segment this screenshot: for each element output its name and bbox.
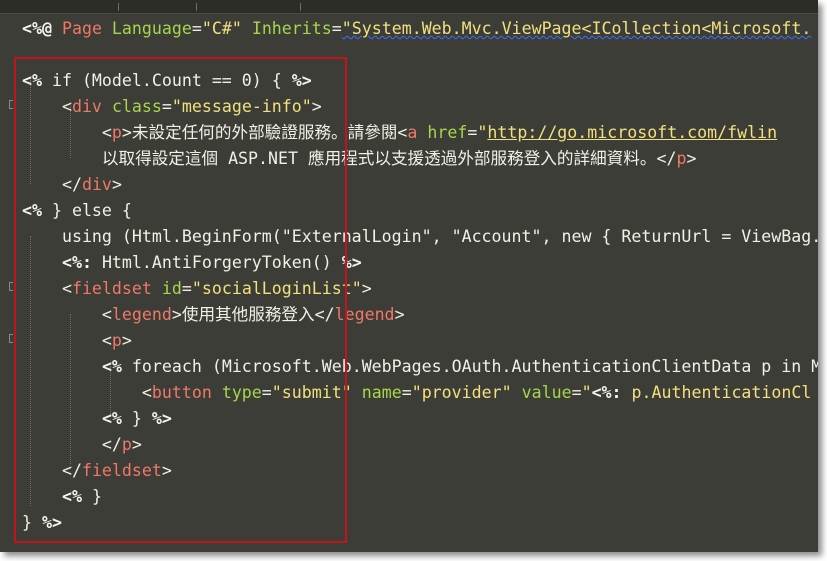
code-token: =: [331, 19, 342, 38]
code-token: >: [686, 149, 697, 168]
code-token: <%:: [591, 383, 622, 402]
code-token: >: [394, 305, 405, 324]
outline-marker[interactable]: [9, 334, 13, 343]
outline-marker[interactable]: [9, 282, 13, 291]
code-token: Page: [61, 19, 112, 38]
code-token: Inherits: [251, 19, 332, 38]
tab-separator: [300, 3, 301, 11]
code-token: ": [477, 123, 488, 142]
code-token: =: [191, 19, 202, 38]
tab-separator: [196, 3, 197, 11]
code-line[interactable]: <%@ Page Language="C#" Inherits="System.…: [22, 16, 811, 42]
code-token: http://go.microsoft.com/fwlin: [487, 123, 778, 142]
code-token: href: [427, 123, 468, 142]
code-token: Language: [111, 19, 192, 38]
code-token: =: [571, 383, 582, 402]
code-token: p.AuthenticationCl: [621, 383, 812, 402]
code-editor-window: <%@ Page Language="C#" Inherits="System.…: [0, 0, 818, 552]
code-token: p: [676, 149, 687, 168]
code-token: ": [581, 383, 592, 402]
code-token: name: [361, 383, 402, 402]
code-token: "System.Web.Mvc.ViewPage<ICollection<Mic…: [341, 19, 812, 38]
code-token: a: [407, 123, 418, 142]
code-token: =: [467, 123, 478, 142]
code-token: value: [521, 383, 572, 402]
code-token: <%@: [22, 19, 62, 38]
tab-separator: [118, 3, 119, 11]
code-token: "C#": [201, 19, 242, 38]
code-token: "provider": [411, 383, 512, 402]
red-highlight-annotation: [14, 57, 347, 543]
editor-tab-strip[interactable]: [0, 0, 818, 14]
outline-marker[interactable]: [9, 100, 13, 109]
code-token: =: [401, 383, 412, 402]
code-token: >: [361, 279, 372, 298]
